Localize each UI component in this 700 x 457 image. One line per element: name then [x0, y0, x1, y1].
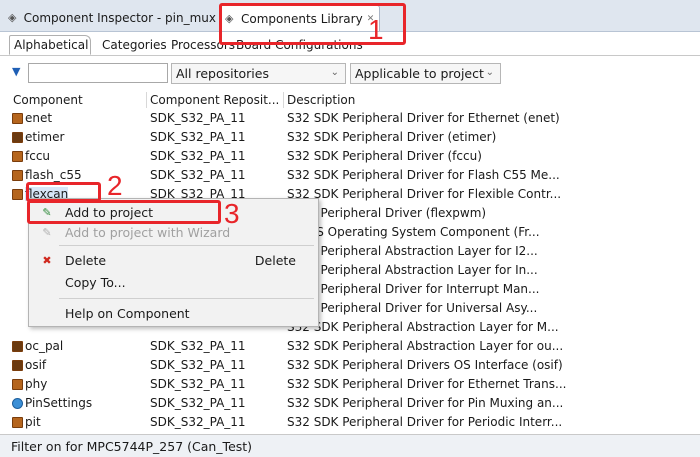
component-name: pit: [25, 415, 41, 429]
component-name: flash_c55: [25, 168, 82, 182]
component-description: SDK Peripheral Driver for Interrupt Man.…: [292, 282, 540, 296]
component-name: osif: [25, 358, 47, 372]
tab-alphabetical[interactable]: Alphabetical: [9, 35, 91, 55]
component-repository: SDK_S32_PA_11: [150, 358, 246, 372]
component-repository: SDK_S32_PA_11: [150, 168, 246, 182]
component-description: S32 SDK Peripheral Driver for Flexible C…: [287, 187, 562, 201]
table-row[interactable]: osif SDK_S32_PA_11 S32 SDK Peripheral Dr…: [0, 357, 700, 376]
tab-alphabetical-label: Alphabetical: [14, 38, 89, 52]
table-row[interactable]: phy SDK_S32_PA_11 S32 SDK Peripheral Dri…: [0, 376, 700, 395]
component-description: S32 SDK Peripheral Driver for Pin Muxing…: [287, 396, 564, 410]
menu-item-help[interactable]: Help on Component: [29, 304, 318, 324]
menu-item-label: Help on Component: [65, 306, 190, 321]
component-name: PinSettings: [25, 396, 93, 410]
table-row[interactable]: oc_pal SDK_S32_PA_11 S32 SDK Peripheral …: [0, 338, 700, 357]
menu-item-label: Copy To...: [65, 275, 126, 290]
chevron-down-icon: ⌄: [330, 67, 339, 78]
annotation-box: [26, 182, 101, 202]
component-description: SDK Peripheral Driver for Universal Asy.…: [292, 301, 538, 315]
table-row[interactable]: fccu SDK_S32_PA_11 S32 SDK Peripheral Dr…: [0, 148, 700, 167]
component-description: S32 SDK Peripheral Drivers OS Interface …: [287, 358, 563, 372]
component-description: S32 SDK Peripheral Driver (etimer): [287, 130, 497, 144]
tab-component-inspector[interactable]: ◈ Component Inspector - pin_mux: [4, 5, 220, 31]
filter-row: ▼ All repositories ⌄ Applicable to proje…: [0, 60, 700, 86]
column-header-component[interactable]: Component: [13, 93, 83, 107]
applicability-select-value: Applicable to project: [355, 66, 484, 81]
component-description: SDK Peripheral Driver (flexpwm): [292, 206, 487, 220]
component-icon: [12, 113, 23, 124]
column-divider[interactable]: [146, 92, 147, 108]
table-row[interactable]: flash_c55 SDK_S32_PA_11 S32 SDK Peripher…: [0, 167, 700, 186]
component-description: S32 SDK Peripheral Driver for Flash C55 …: [287, 168, 560, 182]
component-name: etimer: [25, 130, 65, 144]
tab-categories-label: Categories: [102, 38, 167, 52]
funnel-icon: ▼: [12, 65, 21, 78]
component-icon: [12, 132, 23, 143]
component-icon: [12, 151, 23, 162]
component-repository: SDK_S32_PA_11: [150, 339, 246, 353]
annotation-number: 3: [224, 198, 240, 229]
chevron-down-icon: ⌄: [485, 67, 494, 78]
component-repository: SDK_S32_PA_11: [150, 377, 246, 391]
menu-item-label: Delete: [65, 253, 107, 268]
component-filter-input[interactable]: [28, 63, 168, 83]
component-description: S32 SDK Peripheral Driver (fccu): [287, 149, 482, 163]
annotation-number: 2: [107, 170, 123, 201]
menu-separator: [59, 298, 314, 299]
component-repository: SDK_S32_PA_11: [150, 396, 246, 410]
component-repository: SDK_S32_PA_11: [150, 415, 246, 429]
tab-categories[interactable]: Categories: [98, 35, 171, 55]
component-description: SDK Peripheral Abstraction Layer for In.…: [292, 263, 538, 277]
menu-item-delete[interactable]: ✖ Delete Delete: [29, 251, 318, 271]
table-row[interactable]: PinSettings SDK_S32_PA_11 S32 SDK Periph…: [0, 395, 700, 414]
pin-settings-icon: [12, 398, 23, 409]
tag-icon: ◈: [8, 11, 17, 24]
status-bar: Filter on for MPC5744P_257 (Can_Test): [0, 434, 700, 457]
component-description: S32 SDK Peripheral Driver for Ethernet T…: [287, 377, 567, 391]
component-description: S32 SDK Peripheral Driver for Ethernet (…: [287, 111, 560, 125]
table-row[interactable]: etimer SDK_S32_PA_11 S32 SDK Peripheral …: [0, 129, 700, 148]
component-name: oc_pal: [25, 339, 64, 353]
component-description: S32 SDK Peripheral Driver for Periodic I…: [287, 415, 563, 429]
component-icon: [12, 170, 23, 181]
menu-item-label: Add to project with Wizard: [65, 225, 231, 240]
component-repository: SDK_S32_PA_11: [150, 130, 246, 144]
component-description: S32 SDK Peripheral Abstraction Layer for…: [287, 339, 564, 353]
tab-inspector-label: Component Inspector - pin_mux: [23, 11, 216, 25]
component-icon: [12, 341, 23, 352]
wizard-icon: ✎: [42, 226, 52, 239]
menu-item-copy-to[interactable]: Copy To...: [29, 273, 318, 293]
component-name: phy: [25, 377, 48, 391]
column-divider[interactable]: [283, 92, 284, 108]
column-header-description[interactable]: Description: [287, 93, 355, 107]
table-row[interactable]: enet SDK_S32_PA_11 S32 SDK Peripheral Dr…: [0, 110, 700, 129]
menu-item-add-with-wizard[interactable]: ✎ Add to project with Wizard: [29, 223, 318, 243]
annotation-number: 1: [368, 14, 384, 45]
applicability-select[interactable]: Applicable to project ⌄: [350, 63, 501, 84]
table-row[interactable]: pit SDK_S32_PA_11 S32 SDK Peripheral Dri…: [0, 414, 700, 433]
menu-separator: [59, 245, 314, 246]
component-name: fccu: [25, 149, 51, 163]
component-icon: [12, 417, 23, 428]
table-header: Component Component Reposit... Descripti…: [0, 90, 700, 110]
component-icon: [12, 189, 23, 200]
component-repository: SDK_S32_PA_11: [150, 149, 246, 163]
annotation-box: [27, 200, 221, 224]
component-repository: SDK_S32_PA_11: [150, 111, 246, 125]
menu-item-shortcut: Delete: [254, 253, 296, 268]
repository-select[interactable]: All repositories ⌄: [171, 63, 346, 84]
component-description: SDK Peripheral Abstraction Layer for I2.…: [292, 244, 538, 258]
component-description: S32 SDK Peripheral Abstraction Layer for…: [287, 320, 559, 334]
component-icon: [12, 379, 23, 390]
component-name: enet: [25, 111, 53, 125]
component-icon: [12, 360, 23, 371]
column-header-repository[interactable]: Component Reposit...: [150, 93, 279, 107]
repository-select-value: All repositories: [176, 66, 269, 81]
component-description: RTOS Operating System Component (Fr...: [292, 225, 540, 239]
status-text: Filter on for MPC5744P_257 (Can_Test): [11, 438, 253, 454]
delete-icon: ✖: [42, 254, 52, 267]
